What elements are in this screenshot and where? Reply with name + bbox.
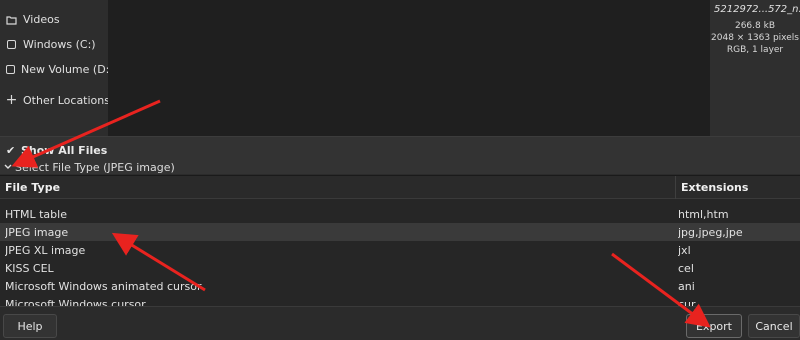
preview-dimensions: 2048 × 1363 pixels xyxy=(711,33,799,43)
extensions-cell: jpg,jpeg,jpe xyxy=(678,225,743,239)
preview-filename: 5212972...572_n.jp xyxy=(714,4,800,15)
sidebar-item-videos[interactable]: Videos xyxy=(0,7,108,32)
options-bar: ✔ Show All Files Select File Type (JPEG … xyxy=(0,136,800,174)
checkmark-icon: ✔ xyxy=(6,143,16,157)
show-all-files-checkbox[interactable]: ✔ Show All Files xyxy=(6,144,107,157)
sidebar-item-new-volume-d[interactable]: New Volume (D:) xyxy=(0,57,114,82)
cancel-button[interactable]: Cancel xyxy=(748,314,800,338)
preview-panel: 5212972...572_n.jp 266.8 kB 2048 × 1363 … xyxy=(710,0,800,136)
extensions-cell: cel xyxy=(678,261,694,275)
extensions-cell: html,htm xyxy=(678,207,729,221)
table-row[interactable]: Microsoft Windows animated cursor ani xyxy=(0,277,800,295)
sidebar-item-label: Windows (C:) xyxy=(23,38,96,51)
sidebar-item-label: Other Locations xyxy=(23,94,110,107)
file-type-table: File Type Extensions HTML table html,htm… xyxy=(0,175,800,306)
help-button[interactable]: Help xyxy=(3,314,57,338)
extensions-cell: jxl xyxy=(678,243,691,257)
drive-icon xyxy=(6,39,17,50)
column-header-extensions[interactable]: Extensions xyxy=(675,176,800,199)
select-file-type-label: Select File Type (JPEG image) xyxy=(15,161,175,174)
file-type-cell: Microsoft Windows animated cursor xyxy=(5,279,202,293)
sidebar-item-other-locations[interactable]: + Other Locations xyxy=(0,88,110,113)
sidebar-item-windows-c[interactable]: Windows (C:) xyxy=(0,32,108,57)
table-row-selected[interactable]: JPEG image jpg,jpeg,jpe xyxy=(0,223,800,241)
places-sidebar: Videos Windows (C:) New Volume (D:) + Ot… xyxy=(0,0,114,136)
file-type-cell: Microsoft Windows cursor xyxy=(5,297,146,307)
file-type-cell: KISS CEL xyxy=(5,261,54,275)
select-file-type-expander[interactable]: Select File Type (JPEG image) xyxy=(4,161,175,174)
dialog-footer: Help Export Cancel xyxy=(0,306,800,340)
plus-icon: + xyxy=(5,92,18,108)
chevron-down-icon xyxy=(4,163,12,173)
export-button[interactable]: Export xyxy=(686,314,742,338)
file-type-cell: JPEG XL image xyxy=(5,243,86,257)
column-header-file-type[interactable]: File Type xyxy=(0,176,675,199)
file-type-cell: HTML table xyxy=(5,207,67,221)
sidebar-item-label: Videos xyxy=(23,13,60,26)
file-type-cell: JPEG image xyxy=(5,225,69,239)
table-row[interactable]: HTML table html,htm xyxy=(0,205,800,223)
drive-icon xyxy=(6,64,15,75)
extensions-cell: ani xyxy=(678,279,695,293)
sidebar-item-label: New Volume (D:) xyxy=(21,63,114,76)
table-row[interactable]: JPEG XL image jxl xyxy=(0,241,800,259)
folder-icon xyxy=(6,14,17,25)
preview-mode: RGB, 1 layer xyxy=(726,45,784,55)
show-all-files-label: Show All Files xyxy=(21,144,108,157)
table-row[interactable]: KISS CEL cel xyxy=(0,259,800,277)
file-list[interactable] xyxy=(108,0,710,136)
preview-size: 266.8 kB xyxy=(734,21,775,31)
table-body: HTML table html,htm JPEG image jpg,jpeg,… xyxy=(0,199,800,306)
table-header: File Type Extensions xyxy=(0,176,800,199)
extensions-cell: cur xyxy=(678,297,696,307)
table-row[interactable]: Microsoft Windows cursor cur xyxy=(0,295,800,307)
